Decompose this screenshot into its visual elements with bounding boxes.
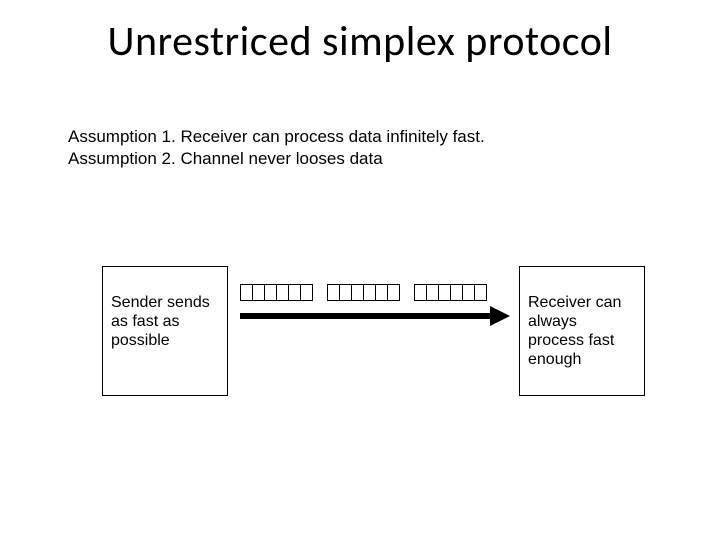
receiver-box: Receiver can always process fast enough: [519, 266, 645, 396]
packet-cell: [300, 284, 313, 301]
assumptions-block: Assumption 1. Receiver can process data …: [68, 126, 485, 170]
arrow-head-icon: [490, 306, 510, 326]
packet-stream: [240, 284, 487, 301]
packet-group: [327, 284, 400, 301]
arrow-shaft: [240, 313, 492, 319]
assumption-2: Assumption 2. Channel never looses data: [68, 148, 485, 170]
slide: Unrestriced simplex protocol Assumption …: [0, 0, 720, 540]
sender-label: Sender sends as fast as possible: [111, 293, 219, 350]
packet-cell: [474, 284, 487, 301]
packet-group: [414, 284, 487, 301]
packet-cell: [387, 284, 400, 301]
sender-box: Sender sends as fast as possible: [102, 266, 228, 396]
assumption-1: Assumption 1. Receiver can process data …: [68, 126, 485, 148]
arrow: [240, 306, 510, 326]
slide-title: Unrestriced simplex protocol: [0, 16, 720, 67]
receiver-label: Receiver can always process fast enough: [528, 293, 636, 369]
packet-group: [240, 284, 313, 301]
